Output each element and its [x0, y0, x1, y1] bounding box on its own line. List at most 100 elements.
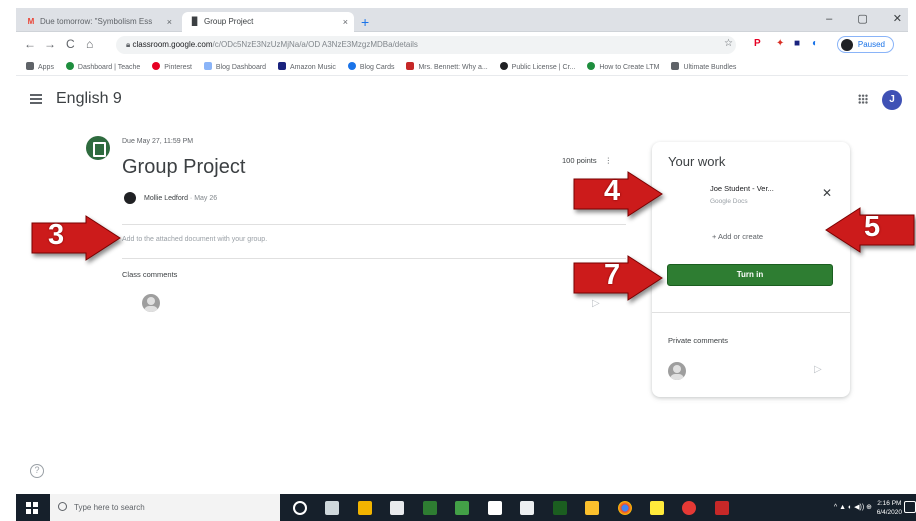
windows-taskbar: Type here to search ^ ▲ ◐ ◀)) ⊕ 2:16 PM …	[16, 494, 916, 521]
forward-icon[interactable]: →	[44, 37, 56, 51]
google-apps-icon[interactable]	[858, 94, 868, 104]
divider	[122, 258, 626, 259]
windows-start-icon[interactable]	[26, 502, 38, 514]
app-icon[interactable]	[714, 500, 729, 515]
tab-close-icon[interactable]: ×	[343, 17, 348, 27]
close-icon[interactable]: ✕	[893, 13, 902, 25]
attachment-card[interactable]: Joe Student - Ver... Google Docs ✕	[662, 176, 840, 220]
bookmark-item[interactable]: Dashboard | Teache	[65, 62, 140, 71]
app-icon[interactable]	[455, 500, 470, 515]
bookmark-item[interactable]: Ultimate Bundles	[671, 62, 736, 71]
callout-number: 5	[864, 211, 881, 243]
system-tray[interactable]: ^ ▲ ◐ ◀)) ⊕	[834, 503, 872, 511]
attachment-type: Google Docs	[710, 198, 748, 205]
bookmark-star-icon[interactable]: ☆	[724, 38, 733, 49]
calculator-icon[interactable]	[520, 500, 535, 515]
callout-arrow-7: 7	[572, 255, 664, 301]
classroom-favicon-icon: ▉	[191, 17, 199, 26]
minimize-icon[interactable]: –	[826, 13, 832, 25]
tab-label: Group Project	[204, 17, 254, 26]
callout-number: 3	[48, 219, 65, 251]
bookmarks-bar: Apps Dashboard | Teache Pinterest Blog D…	[16, 58, 908, 76]
tab-group-project[interactable]: ▉ Group Project ×	[182, 12, 354, 32]
classroom-app-bar: English 9 J	[16, 84, 908, 120]
pinterest-icon	[152, 62, 161, 70]
taskbar-apps	[286, 499, 736, 517]
bookmark-item[interactable]: Blog Cards	[347, 62, 395, 71]
profile-avatar[interactable]: J	[882, 90, 902, 110]
tab-due-tomorrow[interactable]: M Due tomorrow: "Symbolism Ess ×	[18, 12, 178, 32]
send-private-comment-icon[interactable]: ▷	[814, 364, 822, 375]
store-icon[interactable]	[390, 500, 405, 515]
task-view-icon[interactable]	[325, 500, 340, 515]
help-icon[interactable]: ?	[30, 464, 44, 478]
new-tab-button[interactable]: +	[361, 14, 369, 30]
app-icon[interactable]	[682, 500, 697, 515]
bookmark-item[interactable]: Blog Dashboard	[203, 62, 266, 71]
back-icon[interactable]: ←	[24, 37, 36, 51]
pinterest-extension-icon[interactable]: P	[754, 38, 761, 49]
attachment-title: Joe Student - Ver...	[710, 184, 774, 193]
reload-icon[interactable]: C	[66, 37, 75, 51]
bookmark-item[interactable]: How to Create LTM	[587, 62, 659, 71]
address-host: classroom.google.com	[132, 40, 213, 49]
app-icon[interactable]	[552, 500, 567, 515]
maximize-icon[interactable]: ▢	[857, 13, 867, 25]
bookmark-icon	[65, 62, 74, 70]
notepad-icon[interactable]	[487, 500, 502, 515]
bookmark-item[interactable]: Mrs. Bennett: Why a...	[406, 62, 488, 71]
assignment-title: Group Project	[122, 156, 246, 178]
notifications-icon[interactable]	[904, 501, 916, 513]
turn-in-button[interactable]: Turn in	[667, 264, 833, 286]
divider	[122, 224, 626, 225]
avatar	[840, 39, 853, 51]
extension-icon[interactable]: ◐	[812, 38, 818, 49]
your-work-title: Your work	[668, 154, 726, 169]
add-or-create-button[interactable]: + Add or create	[712, 232, 763, 241]
private-comments-label: Private comments	[668, 336, 729, 345]
due-date: Due May 27, 11:59 PM	[122, 138, 194, 145]
divider	[652, 312, 850, 313]
bookmark-icon	[203, 62, 212, 70]
extension-icon[interactable]: ✦	[776, 38, 784, 49]
assignment-author: Mollie Ledford · May 26	[144, 195, 218, 202]
class-name[interactable]: English 9	[56, 90, 122, 108]
user-avatar-icon	[142, 294, 160, 312]
bookmark-icon	[671, 62, 680, 70]
app-icon[interactable]	[422, 500, 437, 515]
taskbar-clock[interactable]: 2:16 PM 6/4/2020	[877, 499, 902, 517]
assignment-description: Add to the attached document with your g…	[122, 236, 268, 243]
callout-arrow-4: 4	[572, 171, 664, 217]
more-options-icon[interactable]: ⋮	[605, 156, 613, 165]
file-explorer-icon[interactable]	[357, 500, 372, 515]
remove-attachment-icon[interactable]: ✕	[822, 186, 832, 200]
search-icon	[58, 502, 67, 511]
extension-icon[interactable]: ■	[794, 38, 800, 49]
app-icon[interactable]	[585, 500, 600, 515]
taskbar-search-input[interactable]: Type here to search	[50, 494, 280, 521]
cortana-icon[interactable]	[293, 500, 307, 515]
bookmark-item[interactable]: Public License | Cr...	[499, 62, 575, 71]
browser-toolbar: ← → C ⌂ 🔒︎ classroom.google.com/c/ODc5Nz…	[16, 33, 908, 57]
your-work-panel: Your work Joe Student - Ver... Google Do…	[652, 142, 850, 397]
browser-tab-strip: M Due tomorrow: "Symbolism Ess × ▉ Group…	[16, 8, 908, 32]
hamburger-menu-icon[interactable]	[30, 94, 42, 104]
amazon-music-icon	[278, 62, 287, 70]
teacher-avatar	[124, 192, 136, 204]
bookmark-icon	[26, 62, 34, 70]
bookmark-item[interactable]: Apps	[26, 62, 54, 71]
tab-close-icon[interactable]: ×	[167, 17, 172, 27]
assignment-icon	[86, 136, 110, 160]
assignment-points: 100 points ⋮	[562, 156, 613, 165]
assignment-details: Due May 27, 11:59 PM Group Project 100 p…	[86, 132, 626, 332]
profile-paused-button[interactable]: Paused	[836, 36, 894, 53]
class-comments-label: Class comments	[122, 270, 178, 279]
chrome-icon[interactable]	[617, 500, 632, 515]
home-icon[interactable]: ⌂	[86, 37, 93, 51]
sticky-notes-icon[interactable]	[649, 500, 664, 515]
address-path: /c/ODc5NzE3NzUzMjNa/a/OD A3NzE3MzgzMDBa/…	[212, 40, 418, 49]
bookmark-item[interactable]: Amazon Music	[278, 62, 336, 71]
address-bar[interactable]: 🔒︎ classroom.google.com/c/ODc5NzE3NzUzMj…	[116, 36, 736, 54]
bookmark-item[interactable]: Pinterest	[152, 62, 192, 71]
user-avatar-icon	[668, 362, 686, 380]
